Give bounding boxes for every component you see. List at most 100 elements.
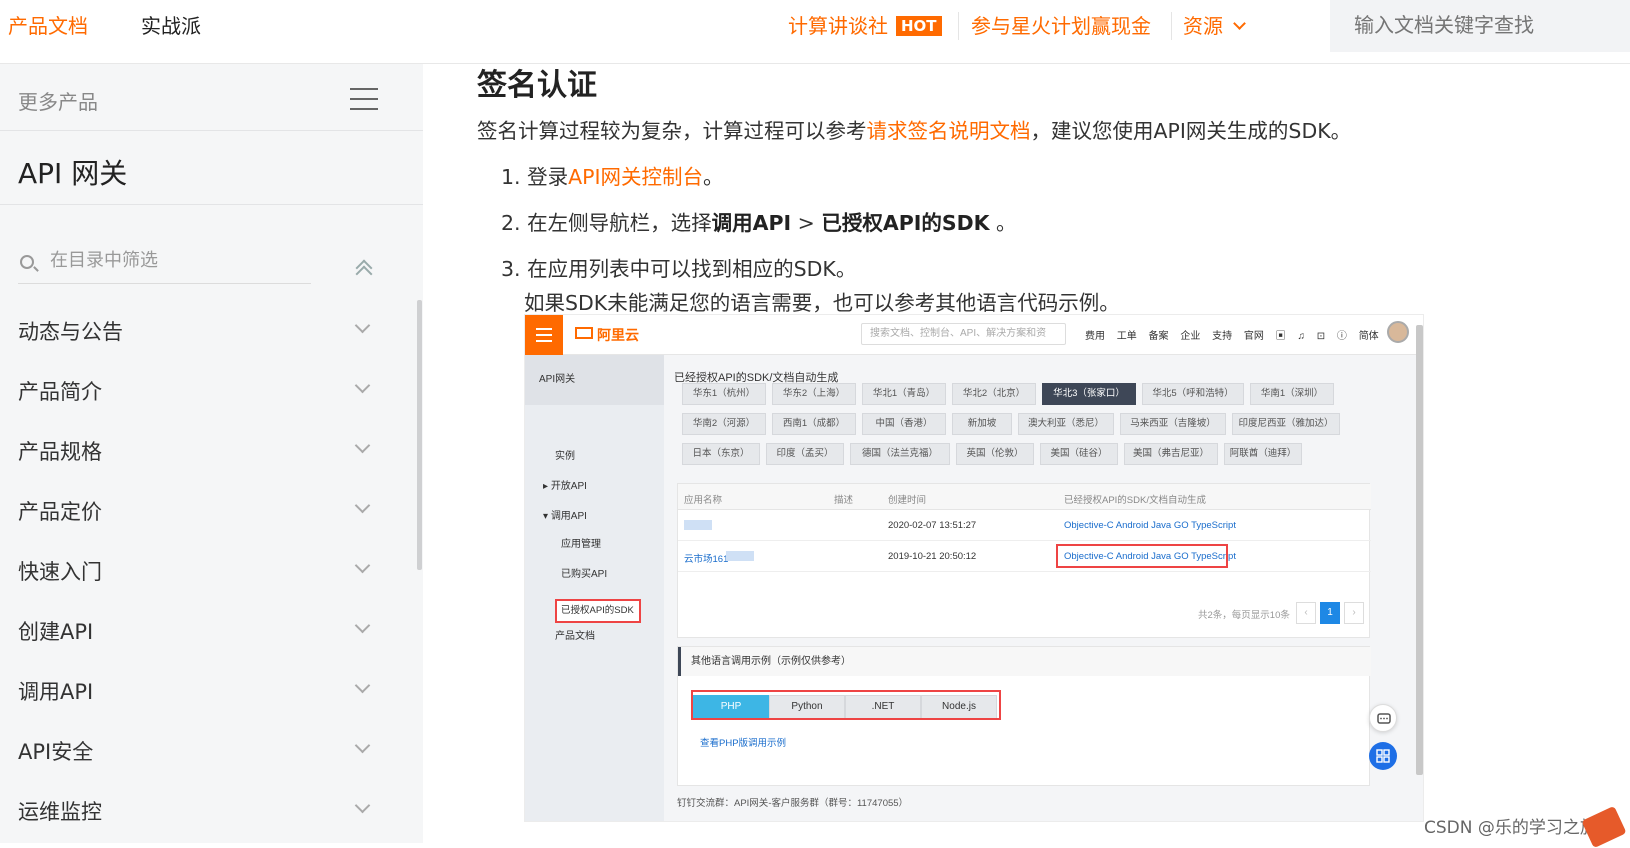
step-text: 在左侧导航栏，选择 [527,211,712,235]
highlight-box [691,690,1001,720]
divider [0,130,423,131]
console-sidebar: API网关 实例 ▸ 开放API ▾ 调用API 应用管理 已购买API 已授权… [525,355,664,821]
console-scrollbar [1416,325,1423,775]
php-example-link: 查看PHP版调用示例 [700,738,787,749]
sidebar-item[interactable]: 运维监控 [0,780,400,840]
console-topbar: 阿里云 搜索文档、控制台、API、解决方案和资 费用 工单 备案 企业 支持 官… [525,315,1423,355]
blurred-region [726,551,754,561]
region-button: 马来西亚（吉隆坡） [1120,413,1226,435]
sidebar-item[interactable]: 产品规格 [0,420,400,480]
nav-product-docs[interactable]: 产品文档 [8,0,88,52]
region-button: 华北1（青岛） [862,383,946,405]
step-3-note: 如果SDK未能满足您的语言需要，也可以参考其他语言代码示例。 [524,291,1120,315]
sidebar-item-label: 动态与公告 [18,320,123,344]
sidebar-item[interactable]: 动态与公告 [0,300,400,360]
chevron-down-icon [354,317,371,334]
region-button: 印度尼西亚（雅加达） [1232,413,1340,435]
csdn-watermark: CSDN @乐的学习之旅 [1424,818,1597,838]
top-nav-bar: 产品文档 实战派 计算讲谈社 HOT 参与星火计划赢现金 资源 [0,0,1630,64]
region-button: 华北2（北京） [952,383,1036,405]
highlight-box [1056,544,1228,568]
page-next: › [1344,602,1364,624]
sidebar-item-label: 运维监控 [18,800,102,824]
app-name: 云市场161 [684,554,729,565]
step-text: 在应用列表中可以找到相应的SDK。 [527,257,857,281]
region-button: 阿联酋（迪拜） [1224,443,1302,465]
step-number: 3. [501,257,521,281]
step-end: 。 [989,211,1017,235]
table-row: 云市场161 2019-10-21 20:50:12 Objective-C A… [678,541,1371,572]
console-side-item: ▸ 开放API [543,481,587,492]
chevron-down-icon [354,797,371,814]
collapse-all-icon[interactable] [353,258,375,283]
menu-path-call-api: 调用API [711,211,792,235]
chevron-down-icon [354,557,371,574]
column-header: 已经授权API的SDK/文档自动生成 [1064,495,1206,506]
toc-filter [18,240,311,284]
created-time: 2019-10-21 20:50:12 [888,551,977,562]
console-side-item: 已购买API [561,569,608,580]
pagination-text: 共2条，每页显示10条 [1198,610,1290,621]
chevron-down-icon [1233,17,1246,30]
aliyun-logo: 阿里云 [575,325,639,345]
apps-grid-icon[interactable] [1369,742,1397,770]
divider [958,12,959,40]
sidebar-item[interactable]: 创建API [0,600,400,660]
region-button: 西南1（成都） [772,413,856,435]
signature-doc-link[interactable]: 请求签名说明文档 [867,119,1031,143]
section-heading: 签名认证 [477,68,597,103]
chevron-down-icon [354,677,371,694]
toc-filter-input[interactable] [50,240,300,280]
sidebar-item[interactable]: API安全 [0,720,400,780]
region-button: 华北5（呼和浩特） [1142,383,1244,405]
region-button: 德国（法兰克福） [850,443,950,465]
sidebar-item[interactable]: 产品定价 [0,480,400,540]
step-2: 2. 在左侧导航栏，选择调用API > 已授权API的SDK 。 [501,206,1017,236]
console-side-item: ▾ 调用API [543,511,587,522]
avatar [1387,321,1409,343]
sidebar-item[interactable]: 调用API [0,660,400,720]
region-button: 日本（东京） [682,443,760,465]
lang-section-title: 其他语言调用示例（示例仅供参考） [678,647,1371,676]
product-title: API 网关 [18,157,128,190]
console-top-links: 费用 工单 备案 企业 支持 官网 ▣ ♫ ⊡ ⓘ 简体 [1085,331,1379,342]
chevron-down-icon [354,617,371,634]
intro-paragraph: 签名计算过程较为复杂，计算过程可以参考请求签名说明文档，建议您使用API网关生成… [477,114,1351,144]
step-end: 。 [703,165,724,189]
chevron-down-icon [354,737,371,754]
region-button: 华南1（深圳） [1250,383,1334,405]
resources-label: 资源 [1183,14,1223,38]
column-header: 描述 [834,495,854,506]
more-products-label[interactable]: 更多产品 [18,86,98,115]
sidebar-item-label: 产品规格 [18,440,102,464]
console-side-item: 应用管理 [561,539,601,550]
chevron-down-icon [354,377,371,394]
app-table: 应用名称 描述 创建时间 已经授权API的SDK/文档自动生成 2020-02-… [677,483,1371,638]
console-side-item-sdk-highlighted: 已授权API的SDK [555,599,641,623]
divider [1171,12,1172,40]
console-menu-icon [525,315,563,355]
nav-talk-link[interactable]: 计算讲谈社 HOT [788,0,942,52]
search-icon [20,255,34,269]
console-link[interactable]: API网关控制台 [568,165,703,189]
sidebar-item[interactable]: 快速入门 [0,540,400,600]
sidebar-scrollbar[interactable] [417,300,422,570]
console-screenshot: 阿里云 搜索文档、控制台、API、解决方案和资 费用 工单 备案 企业 支持 官… [524,314,1424,822]
region-button: 印度（孟买） [766,443,844,465]
console-side-item: 产品文档 [555,631,595,642]
page-current: 1 [1320,602,1340,624]
nav-resources-dropdown[interactable]: 资源 [1183,0,1246,52]
chat-icon[interactable] [1369,704,1397,732]
sidebar-item[interactable]: 产品简介 [0,360,400,420]
intro-text-end: ，建议您使用API网关生成的SDK。 [1030,119,1352,143]
sidebar-item-label: API安全 [18,740,94,764]
talk-label: 计算讲谈社 [788,14,888,38]
nav-spark-link[interactable]: 参与星火计划赢现金 [971,0,1151,52]
nav-practice[interactable]: 实战派 [141,0,201,52]
hamburger-menu-icon[interactable] [350,88,378,110]
doc-search-input[interactable] [1330,0,1630,52]
app-name-blurred [684,520,712,530]
console-main: 已经授权API的SDK/文档自动生成 华东1（杭州） 华东2（上海） 华北1（青… [664,355,1423,821]
chevron-down-icon [354,437,371,454]
region-button: 中国（香港） [862,413,946,435]
